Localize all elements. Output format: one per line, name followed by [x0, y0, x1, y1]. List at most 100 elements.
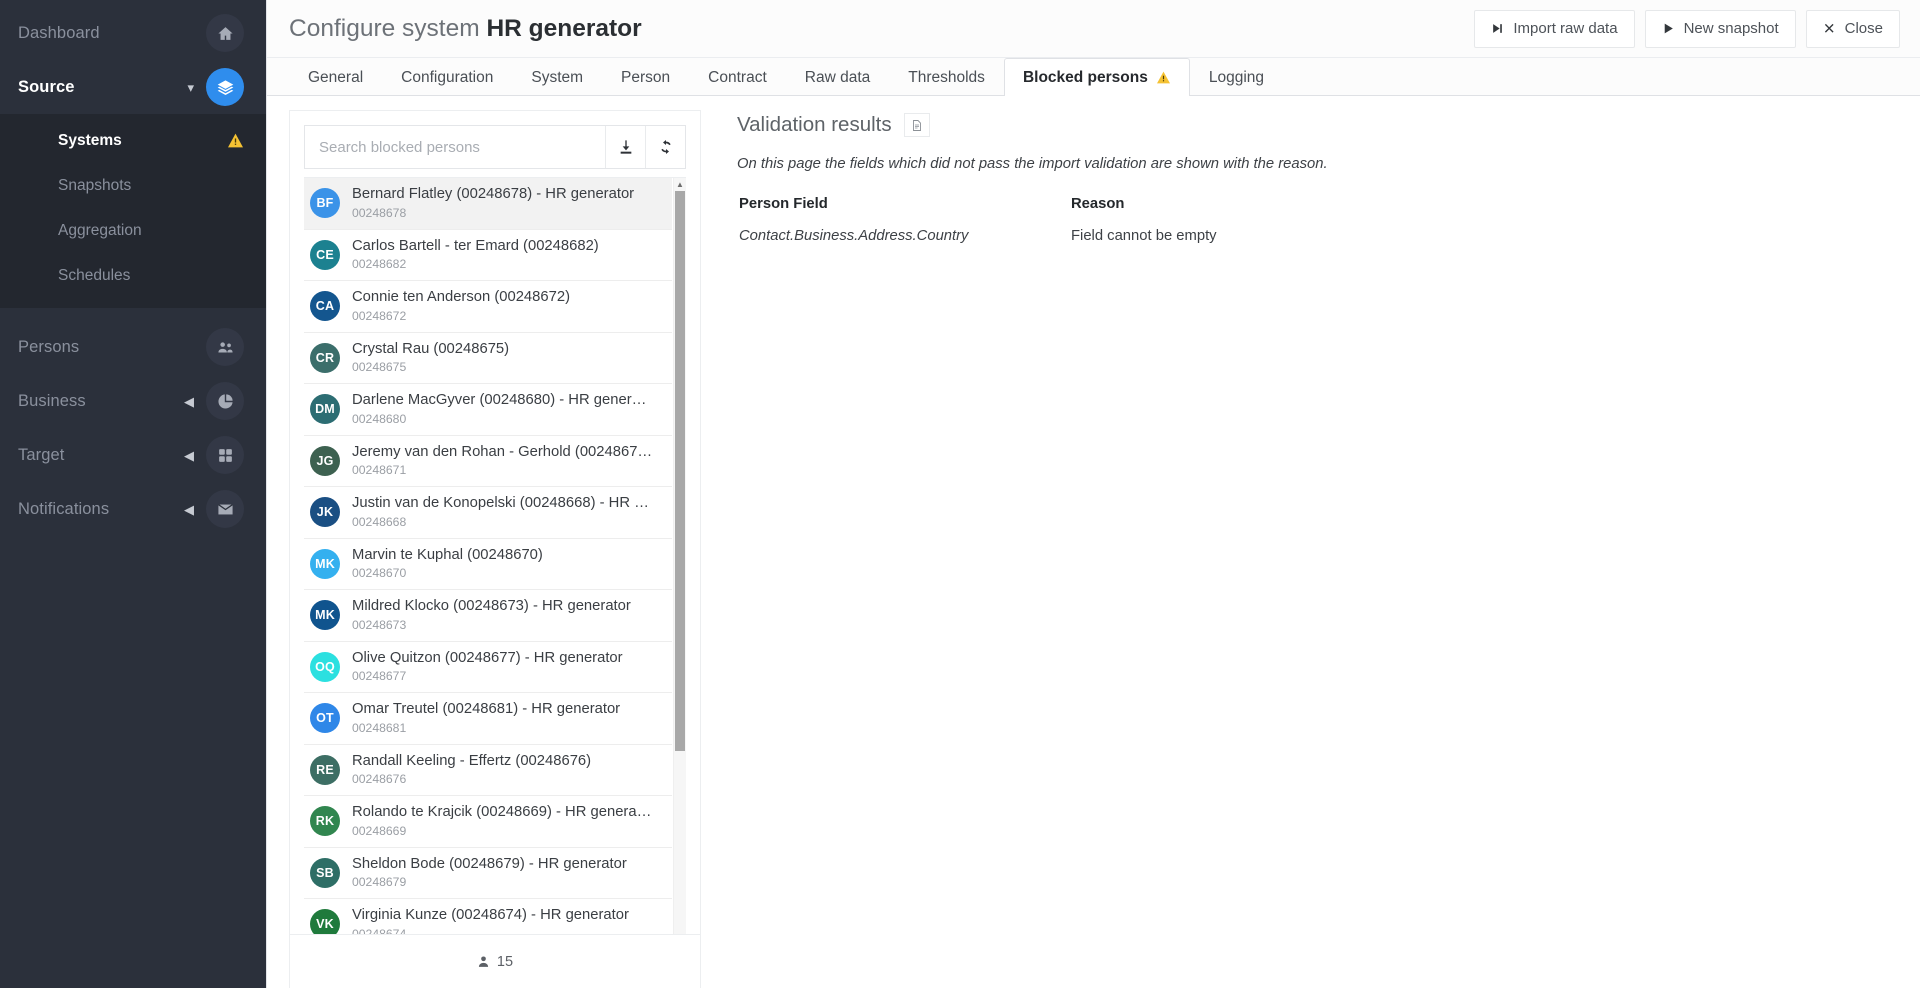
list-item[interactable]: VK Virginia Kunze (00248674) - HR generat…: [304, 899, 672, 934]
sidebar-item-snapshots[interactable]: Snapshots: [0, 163, 266, 208]
tab-contract[interactable]: Contract: [689, 58, 786, 96]
table-row: Contact.Business.Address.Country Field ca…: [739, 228, 1515, 252]
sidebar-item-business[interactable]: Business ◀: [0, 374, 266, 428]
import-raw-data-button[interactable]: Import raw data: [1474, 9, 1635, 48]
page-title-prefix: Configure system: [289, 14, 480, 42]
envelope-icon: [206, 490, 244, 528]
list-item[interactable]: OT Omar Treutel (00248681) - HR generator…: [304, 693, 672, 745]
top-bar: Configure system HR generator Import raw…: [267, 0, 1920, 58]
app-root: Dashboard Source ▾ Systems Snapshots Agg…: [0, 0, 1920, 988]
tab-person[interactable]: Person: [602, 58, 689, 96]
list-item-id: 00248670: [352, 566, 407, 581]
list-item-id: 00248676: [352, 772, 407, 787]
list-item-text: Rolando te Krajcik (00248669) - HR gener…: [352, 803, 666, 839]
scrollbar-thumb[interactable]: [675, 191, 685, 751]
tab-configuration[interactable]: Configuration: [382, 58, 512, 96]
list-item-name: Mildred Klocko (00248673) - HR generator: [352, 598, 631, 615]
tab-general[interactable]: General: [289, 58, 382, 96]
blocked-persons-panel: BF Bernard Flatley (00248678) - HR genera…: [289, 110, 701, 988]
tab-label: Contract: [708, 68, 767, 86]
document-icon: [912, 119, 921, 131]
cell-person-field: Contact.Business.Address.Country: [739, 228, 969, 244]
new-snapshot-button[interactable]: New snapshot: [1644, 9, 1796, 48]
scroll-up-arrow-icon[interactable]: ▲: [674, 178, 686, 191]
list-item[interactable]: CR Crystal Rau (00248675) 00248675: [304, 333, 672, 384]
validation-header: Validation results: [737, 113, 1890, 137]
list-item[interactable]: JG Jeremy van den Rohan - Gerhold (002486…: [304, 436, 672, 487]
avatar: RE: [310, 754, 340, 785]
content-area: BF Bernard Flatley (00248678) - HR genera…: [267, 96, 1920, 988]
list-item[interactable]: CE Carlos Bartell - ter Emard (00248682) 0…: [304, 230, 672, 281]
sidebar-item-dashboard[interactable]: Dashboard: [0, 6, 266, 60]
refresh-button[interactable]: [645, 126, 685, 168]
list-item-text: Carlos Bartell - ter Emard (00248682) 002…: [352, 237, 666, 273]
avatar: JG: [310, 445, 340, 476]
tab-label: Person: [621, 68, 671, 86]
list-item[interactable]: DM Darlene MacGyver (00248680) - HR gener…: [304, 384, 672, 436]
main-area: Configure system HR generator Import raw…: [266, 0, 1920, 988]
avatar: CA: [310, 291, 340, 322]
document-button[interactable]: [903, 113, 930, 137]
tab-logging[interactable]: Logging: [1190, 58, 1283, 96]
list-item[interactable]: BF Bernard Flatley (00248678) - HR genera…: [304, 178, 672, 230]
list-item-name: Marvin te Kuphal (00248670): [352, 546, 543, 563]
list-item-text: Randall Keeling - Effertz (00248676) 0024…: [352, 752, 666, 788]
sidebar-item-label: Dashboard: [18, 23, 100, 42]
list-item-id: 00248679: [352, 875, 407, 890]
sidebar-item-systems[interactable]: Systems: [0, 118, 266, 163]
list-item-name: Darlene MacGyver (00248680) - HR gener…: [352, 392, 647, 409]
sidebar-item-aggregation[interactable]: Aggregation: [0, 208, 266, 253]
list-item[interactable]: SB Sheldon Bode (00248679) - HR generator…: [304, 848, 672, 899]
button-label: Close: [1844, 20, 1883, 37]
sidebar-item-persons[interactable]: Persons: [0, 320, 266, 374]
list-item-text: Sheldon Bode (00248679) - HR generator 00…: [352, 855, 666, 891]
list-scrollbar[interactable]: ▲: [673, 178, 686, 934]
list-item[interactable]: MK Marvin te Kuphal (00248670) 00248670: [304, 539, 672, 590]
tab-raw-data[interactable]: Raw data: [786, 58, 889, 96]
persons-list[interactable]: BF Bernard Flatley (00248678) - HR genera…: [304, 178, 686, 934]
list-item-text: Olive Quitzon (00248677) - HR generator 0…: [352, 649, 666, 685]
list-item[interactable]: MK Mildred Klocko (00248673) - HR generat…: [304, 590, 672, 642]
tab-label: Raw data: [804, 68, 871, 86]
list-item-id: 00248668: [352, 514, 407, 529]
sidebar-item-target[interactable]: Target ◀: [0, 428, 266, 482]
tab-label: Thresholds: [908, 68, 985, 86]
button-label: Import raw data: [1513, 20, 1618, 37]
tab-thresholds[interactable]: Thresholds: [889, 58, 1004, 96]
list-item[interactable]: RE Randall Keeling - Effertz (00248676) 00…: [304, 745, 672, 796]
validation-title: Validation results: [737, 113, 892, 136]
list-footer: 15: [290, 934, 700, 988]
sidebar-item-schedules[interactable]: Schedules: [0, 253, 266, 298]
close-button[interactable]: Close: [1805, 9, 1900, 48]
close-icon: [1824, 23, 1834, 33]
list-item-name: Sheldon Bode (00248679) - HR generator: [352, 855, 627, 872]
step-forward-icon: [1493, 24, 1503, 33]
download-button[interactable]: [605, 126, 645, 168]
avatar: DM: [310, 394, 340, 425]
validation-table-body: Contact.Business.Address.Country Field ca…: [739, 228, 1515, 252]
sidebar-item-notifications[interactable]: Notifications ◀: [0, 482, 266, 536]
list-item[interactable]: OQ Olive Quitzon (00248677) - HR generato…: [304, 642, 672, 693]
page-title-name: HR generator: [486, 14, 642, 42]
validation-table: Person Field Reason Contact.Business.Add…: [737, 194, 1517, 254]
tab-blocked-persons[interactable]: Blocked persons: [1003, 58, 1190, 96]
sidebar-item-source[interactable]: Source ▾: [0, 60, 266, 114]
home-icon: [206, 14, 244, 52]
validation-table-head: Person Field Reason: [739, 196, 1515, 226]
search-input[interactable]: [305, 126, 605, 168]
list-item[interactable]: CA Connie ten Anderson (00248672) 00248672: [304, 281, 672, 333]
list-item-id: 00248680: [352, 411, 407, 426]
list-item[interactable]: RK Rolando te Krajcik (00248669) - HR gen…: [304, 796, 672, 848]
tab-system[interactable]: System: [512, 58, 602, 96]
list-item-id: 00248672: [352, 308, 407, 323]
list-item-id: 00248674: [352, 926, 407, 934]
layers-icon: [206, 68, 244, 106]
list-item[interactable]: JK Justin van de Konopelski (00248668) - …: [304, 487, 672, 539]
avatar: BF: [310, 188, 340, 219]
list-item-id: 00248677: [352, 669, 407, 684]
blocked-persons-count: 15: [496, 953, 514, 970]
list-item-name: Carlos Bartell - ter Emard (00248682): [352, 237, 599, 254]
cell-reason: Field cannot be empty: [1071, 228, 1217, 244]
avatar: CE: [310, 239, 340, 270]
list-item-id: 00248675: [352, 360, 407, 375]
